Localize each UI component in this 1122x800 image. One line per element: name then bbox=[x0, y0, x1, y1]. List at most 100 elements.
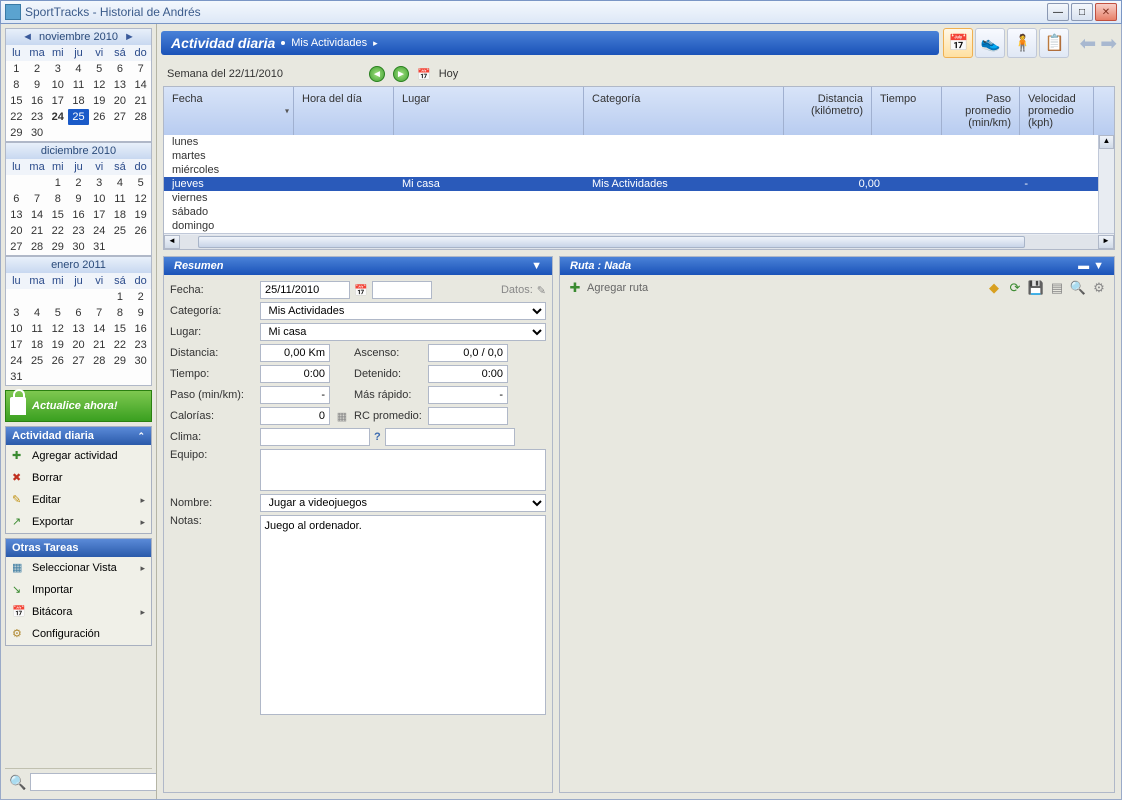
cal-day[interactable]: 17 bbox=[47, 93, 68, 109]
cal-day[interactable]: 20 bbox=[6, 223, 27, 239]
cal-next-icon[interactable]: ► bbox=[124, 31, 135, 43]
cal-day[interactable]: 25 bbox=[27, 353, 48, 369]
cal-day[interactable]: 14 bbox=[130, 77, 151, 93]
route-map-area[interactable] bbox=[560, 301, 1114, 792]
grid-header[interactable]: Tiempo bbox=[872, 87, 942, 135]
update-now-button[interactable]: Actualice ahora! bbox=[5, 390, 152, 422]
cal-day[interactable]: 3 bbox=[89, 175, 110, 191]
cal-day[interactable]: 1 bbox=[110, 289, 131, 305]
clima-input[interactable] bbox=[260, 428, 370, 446]
ascenso-input[interactable] bbox=[428, 344, 508, 362]
cal-day[interactable]: 27 bbox=[6, 239, 27, 255]
cal-day[interactable]: 25 bbox=[68, 109, 89, 125]
cal-day[interactable]: 19 bbox=[47, 337, 68, 353]
categoria-select[interactable]: Mis Actividades bbox=[260, 302, 546, 320]
cal-day[interactable]: 15 bbox=[47, 207, 68, 223]
fecha-time-input[interactable] bbox=[372, 281, 432, 299]
cal-day[interactable]: 29 bbox=[6, 125, 27, 141]
cal-day[interactable]: 16 bbox=[130, 321, 151, 337]
cal-day[interactable]: 23 bbox=[130, 337, 151, 353]
panel-minimize-icon[interactable]: ▬ bbox=[1078, 260, 1089, 272]
grid-header[interactable]: Hora del día bbox=[294, 87, 394, 135]
cal-day[interactable]: 12 bbox=[130, 191, 151, 207]
cal-day[interactable]: 14 bbox=[89, 321, 110, 337]
calorias-input[interactable] bbox=[260, 407, 330, 425]
equipo-input[interactable] bbox=[260, 449, 546, 491]
cal-day[interactable]: 10 bbox=[47, 77, 68, 93]
route-settings-icon[interactable]: ⚙ bbox=[1090, 279, 1108, 297]
cal-day[interactable]: 10 bbox=[89, 191, 110, 207]
calendar-picker-icon[interactable]: 📅 bbox=[354, 284, 368, 297]
cal-day[interactable]: 24 bbox=[6, 353, 27, 369]
cal-day[interactable]: 8 bbox=[6, 77, 27, 93]
cal-day[interactable]: 18 bbox=[110, 207, 131, 223]
cal-day[interactable]: 24 bbox=[89, 223, 110, 239]
cal-month-label[interactable]: noviembre 2010 bbox=[39, 31, 118, 43]
fecha-input[interactable] bbox=[260, 281, 350, 299]
route-layers-icon[interactable]: ▤ bbox=[1048, 279, 1066, 297]
vertical-scrollbar[interactable]: ▲ bbox=[1098, 135, 1114, 233]
cal-day[interactable]: 28 bbox=[89, 353, 110, 369]
cal-day[interactable]: 2 bbox=[68, 175, 89, 191]
masrapido-input[interactable] bbox=[428, 386, 508, 404]
cal-day[interactable]: 1 bbox=[6, 61, 27, 77]
table-row[interactable]: sábado bbox=[164, 205, 1114, 219]
cal-day[interactable]: 19 bbox=[130, 207, 151, 223]
search-input[interactable] bbox=[30, 773, 157, 791]
nav-back-icon[interactable]: ⬅ bbox=[1079, 31, 1096, 56]
cal-day[interactable]: 6 bbox=[6, 191, 27, 207]
cal-day[interactable]: 21 bbox=[89, 337, 110, 353]
nav-item-agregar-actividad[interactable]: ✚Agregar actividad bbox=[6, 445, 151, 467]
cal-day[interactable]: 20 bbox=[110, 93, 131, 109]
nav-item-configuración[interactable]: ⚙Configuración bbox=[6, 623, 151, 645]
cal-day[interactable]: 4 bbox=[110, 175, 131, 191]
calc-icon[interactable]: ▦ bbox=[334, 410, 350, 423]
next-week-button[interactable]: ► bbox=[393, 66, 409, 82]
minimize-button[interactable]: ― bbox=[1047, 3, 1069, 21]
view-report-icon[interactable]: 📋 bbox=[1039, 28, 1069, 58]
cal-day[interactable]: 24 bbox=[47, 109, 68, 125]
cal-day[interactable]: 16 bbox=[68, 207, 89, 223]
cal-day[interactable]: 30 bbox=[27, 125, 48, 141]
cal-day[interactable]: 9 bbox=[130, 305, 151, 321]
calendar-small-icon[interactable]: 📅 bbox=[417, 68, 431, 81]
cal-day[interactable]: 3 bbox=[6, 305, 27, 321]
horizontal-scrollbar[interactable]: ◄ ► bbox=[164, 233, 1114, 249]
cal-day[interactable]: 28 bbox=[130, 109, 151, 125]
route-nav-icon[interactable]: ◆ bbox=[985, 279, 1003, 297]
nav-head-other[interactable]: Otras Tareas bbox=[6, 539, 151, 557]
cal-day[interactable]: 30 bbox=[68, 239, 89, 255]
cal-day[interactable]: 26 bbox=[89, 109, 110, 125]
cal-day[interactable]: 11 bbox=[68, 77, 89, 93]
cal-day[interactable]: 31 bbox=[89, 239, 110, 255]
nav-item-bitácora[interactable]: 📅Bitácora▸ bbox=[6, 601, 151, 623]
cal-day[interactable]: 5 bbox=[89, 61, 110, 77]
panel-dropdown-icon[interactable]: ▼ bbox=[531, 260, 542, 272]
cal-day[interactable]: 27 bbox=[68, 353, 89, 369]
cal-day[interactable]: 3 bbox=[47, 61, 68, 77]
grid-header[interactable]: Velocidad promedio (kph) bbox=[1020, 87, 1094, 135]
cal-day[interactable]: 25 bbox=[110, 223, 131, 239]
add-route-label[interactable]: Agregar ruta bbox=[587, 282, 648, 294]
cal-day[interactable]: 4 bbox=[27, 305, 48, 321]
panel-dropdown-icon[interactable]: ▼ bbox=[1093, 260, 1104, 272]
cal-day[interactable]: 12 bbox=[89, 77, 110, 93]
nav-forward-icon[interactable]: ➡ bbox=[1100, 31, 1117, 56]
cal-day[interactable]: 19 bbox=[89, 93, 110, 109]
nav-item-importar[interactable]: ↘Importar bbox=[6, 579, 151, 601]
route-save-icon[interactable]: 💾 bbox=[1027, 279, 1045, 297]
cal-day[interactable]: 31 bbox=[6, 369, 27, 385]
cal-day[interactable]: 7 bbox=[130, 61, 151, 77]
cal-day[interactable]: 15 bbox=[6, 93, 27, 109]
cal-day[interactable]: 9 bbox=[27, 77, 48, 93]
view-athlete-icon[interactable]: 🧍 bbox=[1007, 28, 1037, 58]
cal-day[interactable]: 6 bbox=[110, 61, 131, 77]
cal-day[interactable]: 18 bbox=[27, 337, 48, 353]
clima-input-2[interactable] bbox=[385, 428, 515, 446]
cal-day[interactable]: 4 bbox=[68, 61, 89, 77]
cal-day[interactable]: 11 bbox=[110, 191, 131, 207]
cal-day[interactable]: 22 bbox=[6, 109, 27, 125]
cal-day[interactable]: 20 bbox=[68, 337, 89, 353]
grid-header[interactable]: Lugar bbox=[394, 87, 584, 135]
cal-day[interactable]: 5 bbox=[47, 305, 68, 321]
